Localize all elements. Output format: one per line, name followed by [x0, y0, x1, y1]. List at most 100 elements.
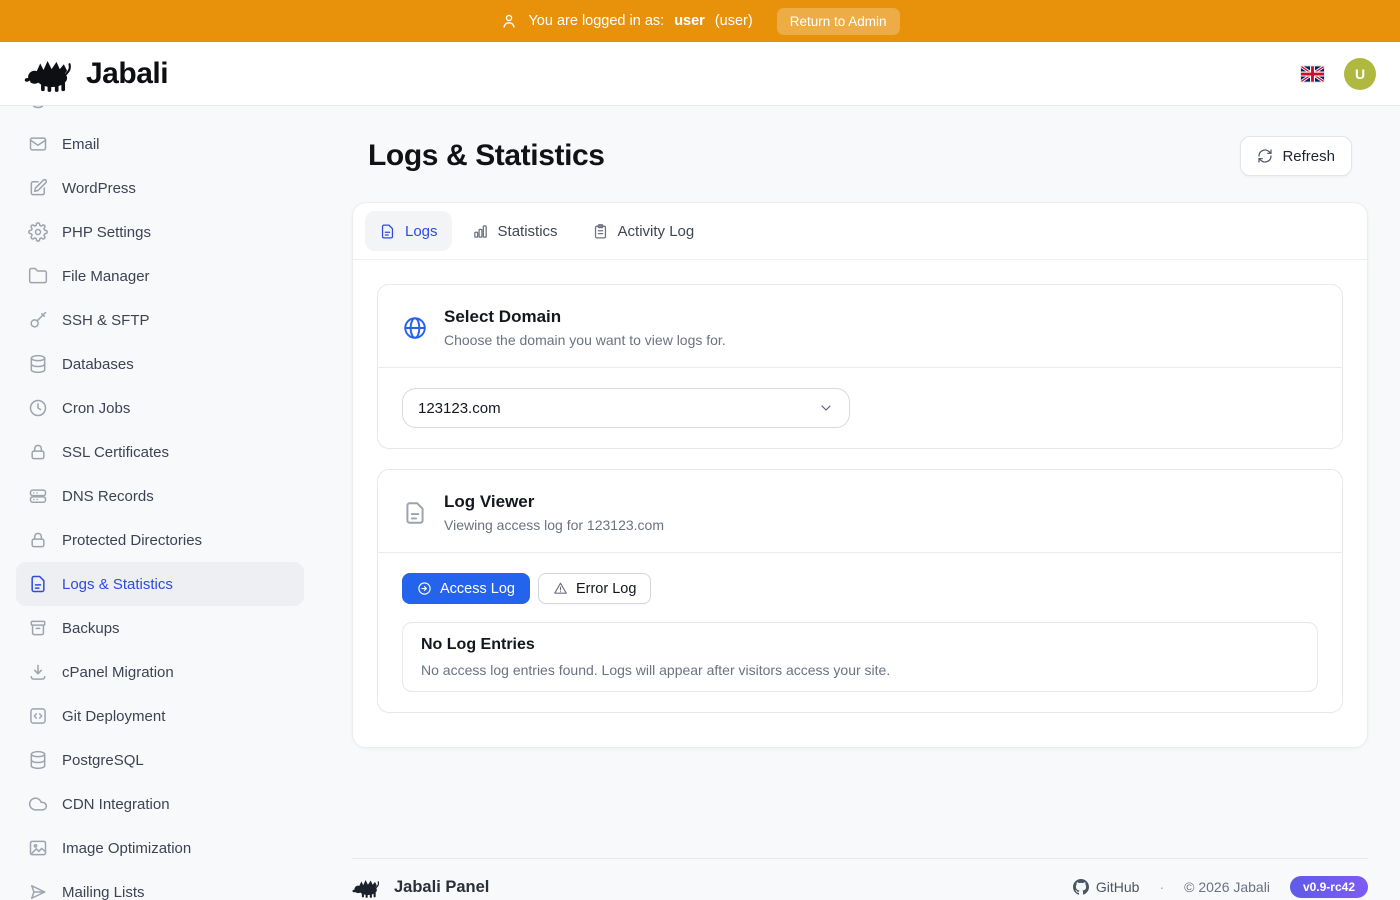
select-domain-heading: Select Domain Choose the domain you want…: [444, 307, 726, 348]
sidebar-item-cdn-integration[interactable]: CDN Integration: [16, 782, 304, 826]
refresh-button[interactable]: Refresh: [1240, 136, 1352, 176]
sidebar-item-ssl-certificates[interactable]: SSL Certificates: [16, 430, 304, 474]
tab-label: Logs: [405, 223, 438, 240]
log-viewer-header: Log Viewer Viewing access log for 123123…: [378, 470, 1342, 553]
page-header: Logs & Statistics Refresh: [352, 136, 1368, 176]
user-avatar[interactable]: U: [1344, 58, 1376, 90]
page-title: Logs & Statistics: [368, 139, 605, 173]
database-icon: [28, 354, 48, 374]
log-viewer-section: Log Viewer Viewing access log for 123123…: [377, 469, 1343, 713]
logs-card: Logs Statistics Activity Log: [352, 202, 1368, 748]
server-icon: [28, 486, 48, 506]
sidebar-item-email[interactable]: Email: [16, 122, 304, 166]
sidebar-item-ssh-sftp[interactable]: SSH & SFTP: [16, 298, 304, 342]
tab-label: Activity Log: [618, 223, 695, 240]
sidebar: Email WordPress PHP Settings File Manage…: [0, 106, 320, 900]
sidebar-item-label: Mailing Lists: [62, 884, 145, 900]
clipboard-icon: [592, 223, 609, 240]
sidebar-item-cpanel-migration[interactable]: cPanel Migration: [16, 650, 304, 694]
file-text-icon: [379, 223, 396, 240]
sidebar-item-mailing-lists[interactable]: Mailing Lists: [16, 870, 304, 900]
brand-home-link[interactable]: Jabali: [24, 54, 168, 94]
send-icon: [28, 882, 48, 900]
footer-copyright: © 2026 Jabali: [1184, 879, 1270, 895]
sidebar-item-logs-statistics[interactable]: Logs & Statistics: [16, 562, 304, 606]
access-log-button[interactable]: Access Log: [402, 573, 530, 604]
sidebar-item-label: WordPress: [62, 180, 136, 197]
tab-logs[interactable]: Logs: [365, 211, 452, 251]
select-domain-section: Select Domain Choose the domain you want…: [377, 284, 1343, 449]
archive-icon: [28, 618, 48, 638]
error-log-button[interactable]: Error Log: [538, 573, 651, 604]
sidebar-item-label: Cron Jobs: [62, 400, 130, 417]
log-viewer-content: Access Log Error Log No Log Entries No a…: [378, 553, 1342, 712]
lock-icon: [28, 442, 48, 462]
sidebar-item-git-deployment[interactable]: Git Deployment: [16, 694, 304, 738]
language-flag-button[interactable]: [1301, 66, 1324, 82]
boar-logo-icon: [352, 877, 382, 898]
select-domain-content: 123123.com: [378, 368, 1342, 448]
sidebar-item-label: Email: [62, 136, 100, 153]
tab-statistics[interactable]: Statistics: [458, 211, 572, 251]
domain-select-value: 123123.com: [418, 400, 501, 417]
app-header: Jabali U: [0, 42, 1400, 106]
sidebar-item-backups[interactable]: Backups: [16, 606, 304, 650]
logged-in-username: user: [674, 13, 705, 29]
tab-bar: Logs Statistics Activity Log: [353, 203, 1367, 260]
uk-flag-icon: [1301, 66, 1324, 82]
sidebar-item-label: Logs & Statistics: [62, 576, 173, 593]
domain-select[interactable]: 123123.com: [402, 388, 850, 428]
header-actions: U: [1301, 58, 1376, 90]
return-to-admin-button[interactable]: Return to Admin: [777, 8, 900, 35]
footer-links: GitHub · © 2026 Jabali v0.9-rc42: [1073, 876, 1368, 898]
brand-name: Jabali: [86, 57, 168, 91]
database-icon: [28, 750, 48, 770]
sidebar-item-cron-jobs[interactable]: Cron Jobs: [16, 386, 304, 430]
sidebar-item-php-settings[interactable]: PHP Settings: [16, 210, 304, 254]
github-icon: [1073, 879, 1089, 895]
sidebar-item-label: cPanel Migration: [62, 664, 174, 681]
code-icon: [28, 706, 48, 726]
sidebar-item-label: PHP Settings: [62, 224, 151, 241]
refresh-label: Refresh: [1282, 148, 1335, 165]
tab-panel-logs: Select Domain Choose the domain you want…: [353, 260, 1367, 747]
sidebar-item-label: DNS Records: [62, 488, 154, 505]
sidebar-item-label: CDN Integration: [62, 796, 170, 813]
clock-icon: [28, 398, 48, 418]
sidebar-item-label: Protected Directories: [62, 532, 202, 549]
edit-icon: [28, 178, 48, 198]
chevron-down-icon: [818, 400, 834, 416]
body-layout: Email WordPress PHP Settings File Manage…: [0, 106, 1400, 900]
log-viewer-title: Log Viewer: [444, 492, 664, 512]
sidebar-item-label: Image Optimization: [62, 840, 191, 857]
clipped-menu-icon: [28, 106, 48, 110]
select-domain-header: Select Domain Choose the domain you want…: [378, 285, 1342, 368]
bar-chart-icon: [472, 223, 489, 240]
logged-in-role: (user): [715, 13, 753, 29]
sidebar-item-databases[interactable]: Databases: [16, 342, 304, 386]
select-domain-description: Choose the domain you want to view logs …: [444, 332, 726, 348]
empty-log-state: No Log Entries No access log entries fou…: [402, 622, 1318, 692]
sidebar-item-postgresql[interactable]: PostgreSQL: [16, 738, 304, 782]
sidebar-item-dns-records[interactable]: DNS Records: [16, 474, 304, 518]
sidebar-item-label: Git Deployment: [62, 708, 165, 725]
sidebar-item-image-optimization[interactable]: Image Optimization: [16, 826, 304, 870]
sidebar-nav: Email WordPress PHP Settings File Manage…: [16, 106, 304, 900]
sidebar-item-protected-directories[interactable]: Protected Directories: [16, 518, 304, 562]
empty-log-message: No access log entries found. Logs will a…: [421, 662, 1299, 678]
sidebar-item-clipped[interactable]: [16, 106, 304, 122]
sidebar-item-file-manager[interactable]: File Manager: [16, 254, 304, 298]
log-type-buttons: Access Log Error Log: [402, 573, 1318, 604]
arrow-right-circle-icon: [417, 581, 432, 596]
error-log-label: Error Log: [576, 581, 636, 597]
sidebar-item-label: Databases: [62, 356, 134, 373]
version-badge[interactable]: v0.9-rc42: [1290, 876, 1368, 898]
github-label: GitHub: [1096, 879, 1140, 895]
cloud-icon: [28, 794, 48, 814]
github-link[interactable]: GitHub: [1073, 879, 1140, 895]
sidebar-item-wordpress[interactable]: WordPress: [16, 166, 304, 210]
tab-activity-log[interactable]: Activity Log: [578, 211, 709, 251]
gear-icon: [28, 222, 48, 242]
log-viewer-heading: Log Viewer Viewing access log for 123123…: [444, 492, 664, 533]
log-viewer-description: Viewing access log for 123123.com: [444, 517, 664, 533]
